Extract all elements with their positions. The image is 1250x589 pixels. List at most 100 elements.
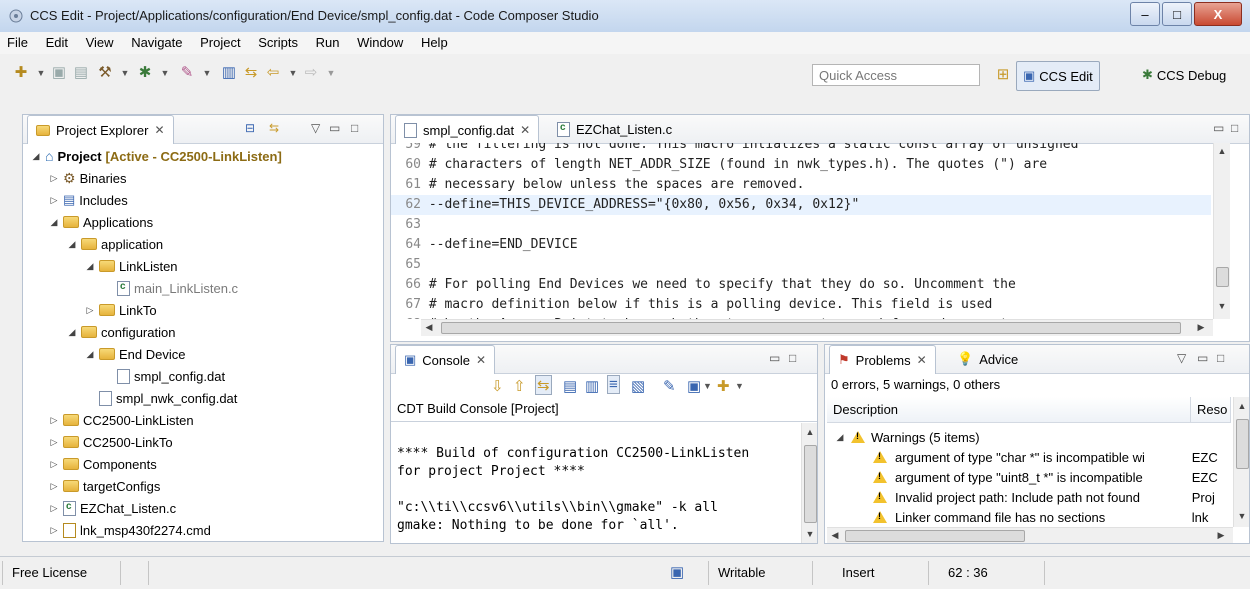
perspective-ccs-edit[interactable]: ▣ CCS Edit — [1016, 61, 1100, 91]
code-line[interactable]: 59 # the filtering is not done. This mac… — [391, 143, 1211, 155]
warnings-group-row[interactable]: ◢ Warnings (5 items) — [835, 427, 980, 447]
close-tab-icon[interactable]: ✕ — [520, 123, 530, 137]
status-computer-icon[interactable]: ▣ — [670, 563, 684, 581]
minimize-view-icon[interactable]: ▭ — [1197, 351, 1214, 365]
word-wrap-icon[interactable]: ≡ — [607, 375, 620, 394]
scroll-down-icon[interactable]: ▼ — [802, 529, 817, 539]
last-edit-icon[interactable]: ⇆ — [242, 64, 260, 82]
tree-item[interactable]: ▷ CC2500-LinkTo — [49, 431, 173, 453]
scroll-thumb[interactable] — [1216, 267, 1229, 287]
tree-item[interactable]: ▷ CC2500-LinkListen — [49, 409, 194, 431]
collapsed-arrow-icon[interactable]: ▷ — [49, 415, 59, 426]
minimize-button[interactable]: – — [1130, 2, 1160, 26]
tree-item[interactable]: ▷ targetConfigs — [49, 475, 161, 497]
scroll-up-icon[interactable]: ▲ — [1214, 146, 1230, 156]
menu-project[interactable]: Project — [193, 32, 247, 50]
close-tab-icon[interactable]: ✕ — [476, 353, 486, 367]
code-line[interactable]: 62 --define=THIS_DEVICE_ADDRESS="{0x80, … — [391, 195, 1211, 215]
view-menu-icon[interactable]: ▽ — [311, 121, 326, 135]
expand-arrow-icon[interactable]: ◢ — [835, 432, 845, 443]
tree-item[interactable]: ▷ Components — [49, 453, 157, 475]
code-line[interactable]: 67 # macro definition below if this is a… — [391, 295, 1211, 315]
collapsed-arrow-icon[interactable]: ▷ — [49, 195, 59, 206]
menu-file[interactable]: File — [0, 32, 35, 50]
collapsed-arrow-icon[interactable]: ▷ — [49, 459, 59, 470]
tree-item[interactable]: ▷ ▤ Includes — [49, 189, 128, 211]
pin-console-icon[interactable]: ✎ — [663, 377, 676, 395]
code-line[interactable]: 61 # necessary below unless the spaces a… — [391, 175, 1211, 195]
view-menu-icon[interactable]: ▽ — [1177, 351, 1192, 365]
paste-icon[interactable]: ▥ — [585, 377, 599, 395]
menu-window[interactable]: Window — [350, 32, 410, 50]
scroll-thumb[interactable] — [1236, 419, 1249, 469]
problems-horizontal-scrollbar[interactable]: ◀ ▶ — [827, 527, 1233, 543]
problem-row[interactable]: argument of type "char *" is incompatibl… — [825, 447, 1231, 467]
tree-item[interactable]: ◢ LinkListen — [85, 255, 178, 277]
collapse-all-icon[interactable]: ⊟ — [245, 121, 261, 135]
open-console-icon[interactable]: ▥ — [220, 64, 238, 82]
chevron-down-icon[interactable]: ▼ — [32, 64, 50, 82]
chevron-down-icon[interactable]: ▼ — [198, 64, 216, 82]
debug-bug-icon[interactable]: ✱ — [136, 64, 154, 82]
tab-ezchat-listen[interactable]: EZChat_Listen.c — [549, 115, 680, 143]
scroll-lock-up-icon[interactable]: ⇧ — [513, 377, 526, 395]
menu-view[interactable]: View — [79, 32, 121, 50]
code-line[interactable]: 63 — [391, 215, 1211, 235]
expanded-arrow-icon[interactable]: ◢ — [67, 327, 77, 338]
chevron-down-icon[interactable]: ▼ — [284, 64, 302, 82]
build-hammer-icon[interactable]: ⚒ — [96, 64, 114, 82]
tree-item[interactable]: smpl_nwk_config.dat — [85, 387, 237, 409]
tree-item[interactable]: ◢ configuration — [67, 321, 176, 343]
tree-item[interactable]: ◢ ⌂ Project [Active - CC2500-LinkListen] — [31, 145, 282, 167]
chevron-down-icon[interactable]: ▼ — [322, 64, 340, 82]
scroll-thumb[interactable] — [845, 530, 1025, 542]
copy-icon[interactable]: ▤ — [563, 377, 577, 395]
tab-smpl-config[interactable]: smpl_config.dat ✕ — [395, 115, 540, 144]
maximize-view-icon[interactable]: □ — [789, 351, 802, 365]
problems-vertical-scrollbar[interactable]: ▲ ▼ — [1233, 397, 1249, 527]
tree-item[interactable]: ▷ LinkTo — [85, 299, 157, 321]
tree-item[interactable]: ◢ Applications — [49, 211, 154, 233]
code-line[interactable]: 66 # For polling End Devices we need to … — [391, 275, 1211, 295]
chevron-down-icon[interactable]: ▼ — [703, 381, 712, 391]
close-tab-icon[interactable]: ✕ — [917, 353, 927, 367]
link-editor-icon[interactable]: ⇆ — [269, 121, 285, 135]
code-line[interactable]: 65 — [391, 255, 1211, 275]
scroll-left-icon[interactable]: ◀ — [421, 322, 437, 333]
menu-edit[interactable]: Edit — [39, 32, 75, 50]
scroll-right-icon[interactable]: ▶ — [1213, 530, 1229, 541]
display-console-icon[interactable]: ▣ — [687, 377, 701, 395]
maximize-view-icon[interactable]: □ — [1217, 351, 1230, 365]
tab-project-explorer[interactable]: Project Explorer ✕ — [27, 115, 174, 144]
collapsed-arrow-icon[interactable]: ▷ — [49, 437, 59, 448]
close-button[interactable]: X — [1194, 2, 1242, 26]
menu-scripts[interactable]: Scripts — [251, 32, 305, 50]
scroll-thumb[interactable] — [441, 322, 1181, 334]
menu-help[interactable]: Help — [414, 32, 455, 50]
chevron-down-icon[interactable]: ▼ — [735, 381, 744, 391]
tab-problems[interactable]: ⚑ Problems ✕ — [829, 345, 936, 374]
link-build-icon[interactable]: ⇆ — [535, 375, 552, 395]
clear-console-icon[interactable]: ▧ — [631, 377, 645, 395]
collapsed-arrow-icon[interactable]: ▷ — [49, 173, 59, 184]
maximize-button[interactable]: □ — [1162, 2, 1192, 26]
tree-item[interactable]: ◢ End Device — [85, 343, 186, 365]
tree-item[interactable]: main_LinkListen.c — [103, 277, 238, 299]
open-console-icon[interactable]: ✚ — [717, 377, 730, 395]
tab-console[interactable]: ▣ Console ✕ — [395, 345, 496, 374]
chevron-down-icon[interactable]: ▼ — [116, 64, 134, 82]
open-perspective-icon[interactable]: ⊞ — [994, 66, 1012, 84]
code-line[interactable]: 64 --define=END_DEVICE — [391, 235, 1211, 255]
tab-advice[interactable]: 💡 Advice — [949, 345, 1026, 373]
flash-icon[interactable]: ✎ — [178, 64, 196, 82]
code-line[interactable]: 60 # characters of length NET_ADDR_SIZE … — [391, 155, 1211, 175]
problem-row[interactable]: argument of type "uint8_t *" is incompat… — [825, 467, 1231, 487]
quick-access-input[interactable]: Quick Access — [812, 64, 980, 86]
scroll-right-icon[interactable]: ▶ — [1193, 322, 1209, 333]
tree-item[interactable]: ▷ lnk_msp430f2274.cmd — [49, 519, 211, 541]
scroll-up-icon[interactable]: ▲ — [802, 427, 817, 437]
scroll-down-icon[interactable]: ▼ — [1234, 511, 1249, 521]
editor-horizontal-scrollbar[interactable]: ◀ ▶ — [421, 319, 1213, 336]
tree-item[interactable]: smpl_config.dat — [103, 365, 225, 387]
console-output[interactable]: **** Build of configuration CC2500-LinkL… — [397, 427, 795, 543]
